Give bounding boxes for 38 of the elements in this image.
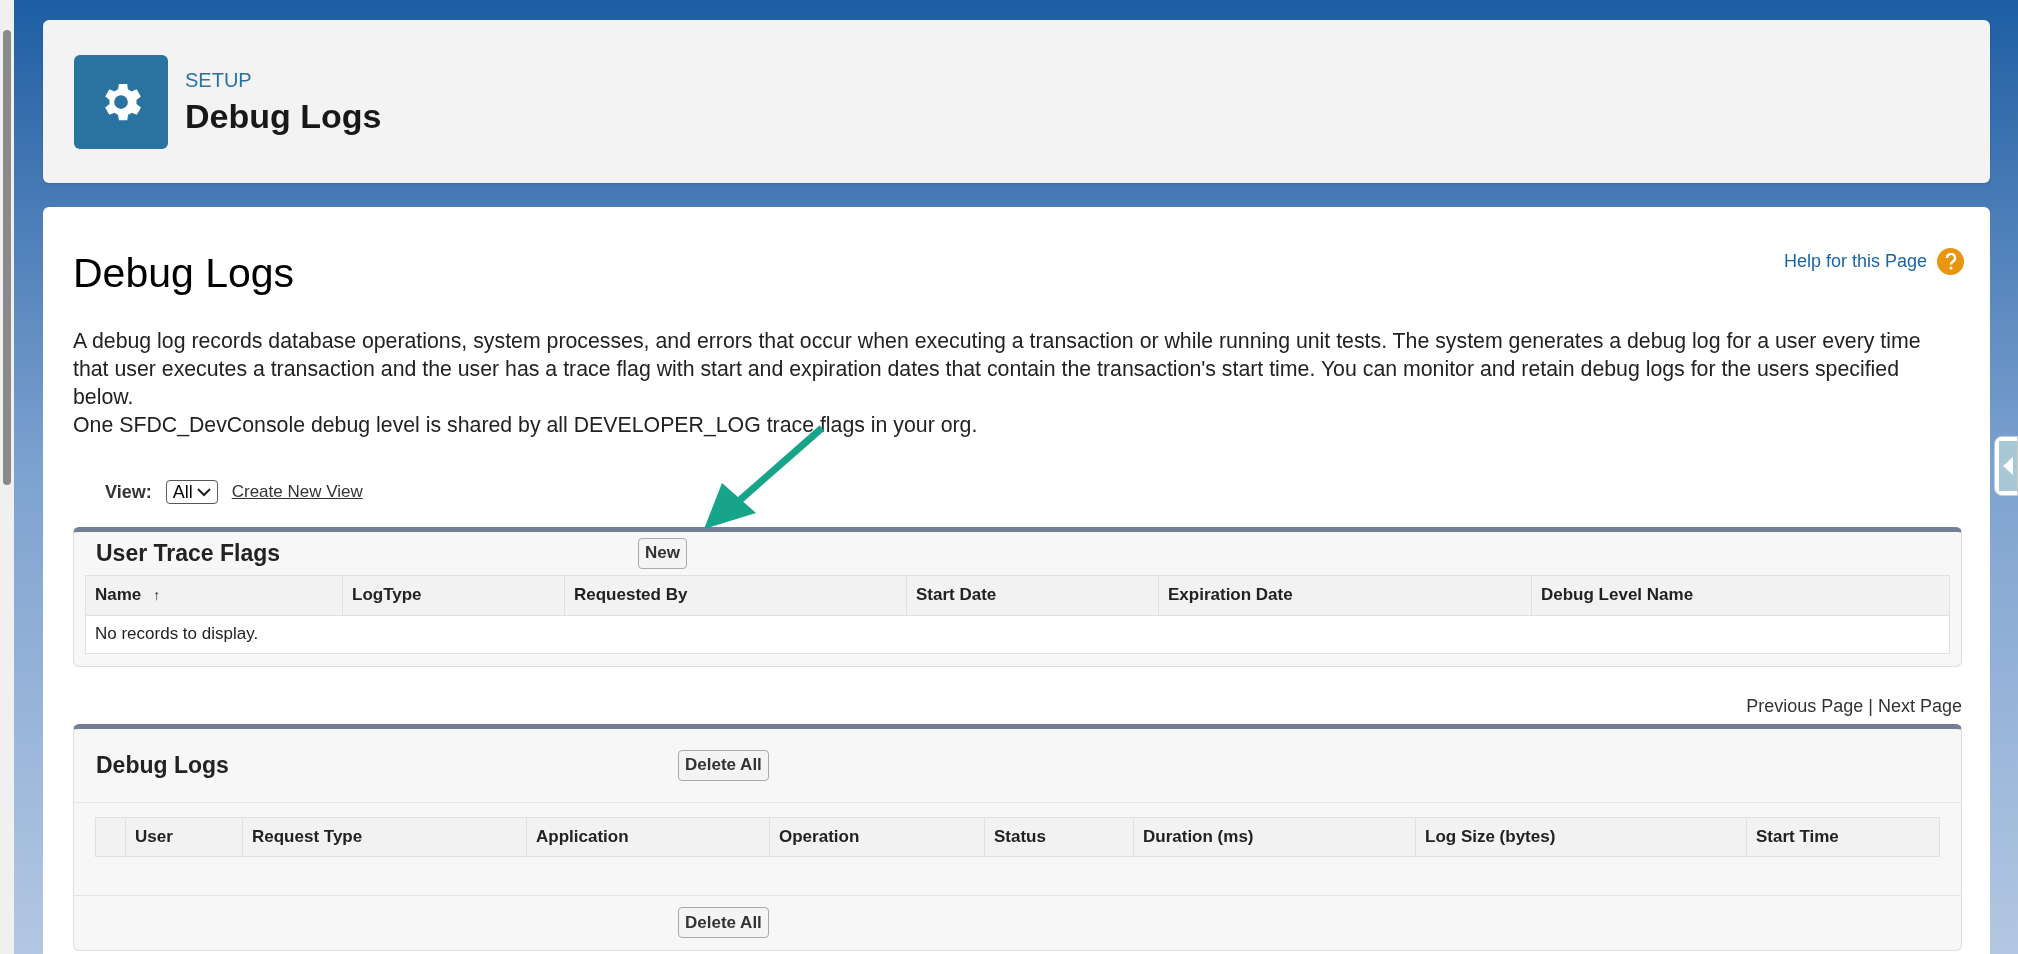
next-page-link[interactable]: Next Page [1877,692,1962,720]
header-title: Debug Logs [185,96,382,138]
column-header[interactable]: Name ↑ [86,575,342,615]
collapse-tab[interactable] [1994,436,2018,496]
help-link[interactable]: Help for this Page [1783,248,1927,275]
column-header[interactable]: Requested By [564,575,906,615]
column-header[interactable]: Debug Level Name [1531,575,1949,615]
column-header[interactable]: User [125,817,242,856]
section-title: User Trace Flags [95,538,282,568]
help-icon [1937,248,1964,275]
column-header[interactable]: Application [526,817,769,856]
description-text: One SFDC_DevConsole debug level is shared by all DEVELOPER_LOG trace flags in your org. [73,411,979,439]
column-header[interactable]: Expiration Date [1158,575,1531,615]
column-header[interactable]: Duration (ms) [1133,817,1415,856]
column-header[interactable]: Start Time [1746,817,1939,856]
section-title: Debug Logs [95,750,230,780]
chevron-down-icon [196,487,211,497]
page-title: Debug Logs [73,249,295,298]
column-header[interactable]: Status [984,817,1133,856]
column-header[interactable]: Log Size (bytes) [1415,817,1746,856]
column-header[interactable]: Operation [769,817,984,856]
new-button[interactable]: New [638,537,687,569]
scrollbar[interactable] [0,0,14,954]
view-label: View: [105,480,152,504]
create-view-link[interactable]: Create New View [231,479,363,505]
column-header[interactable]: Start Date [906,575,1158,615]
column-header[interactable]: LogType [342,575,564,615]
delete-all-button[interactable]: Delete All [678,907,769,938]
delete-all-button[interactable]: Delete All [678,749,769,781]
breadcrumb: SETUP [185,68,253,94]
separator: | [1868,694,1873,718]
triangle-left-icon [2003,457,2013,475]
sort-arrow-icon: ↑ [153,584,161,606]
empty-message: No records to display. [86,614,1949,653]
description-text: A debug log records database operations, system processes, and errors that occur when executing a transaction or while running unit tests. The system generates a debug log for a user every time that user executes a transaction and the user has a trace flag with start and expiration dates that contain the transaction's start time. You can monitor and retain debug logs for the users specified below. [73,327,1922,411]
view-select[interactable]: All [165,480,218,504]
column-header[interactable]: Request Type [242,817,526,856]
previous-page-link[interactable]: Previous Page [1746,692,1864,720]
